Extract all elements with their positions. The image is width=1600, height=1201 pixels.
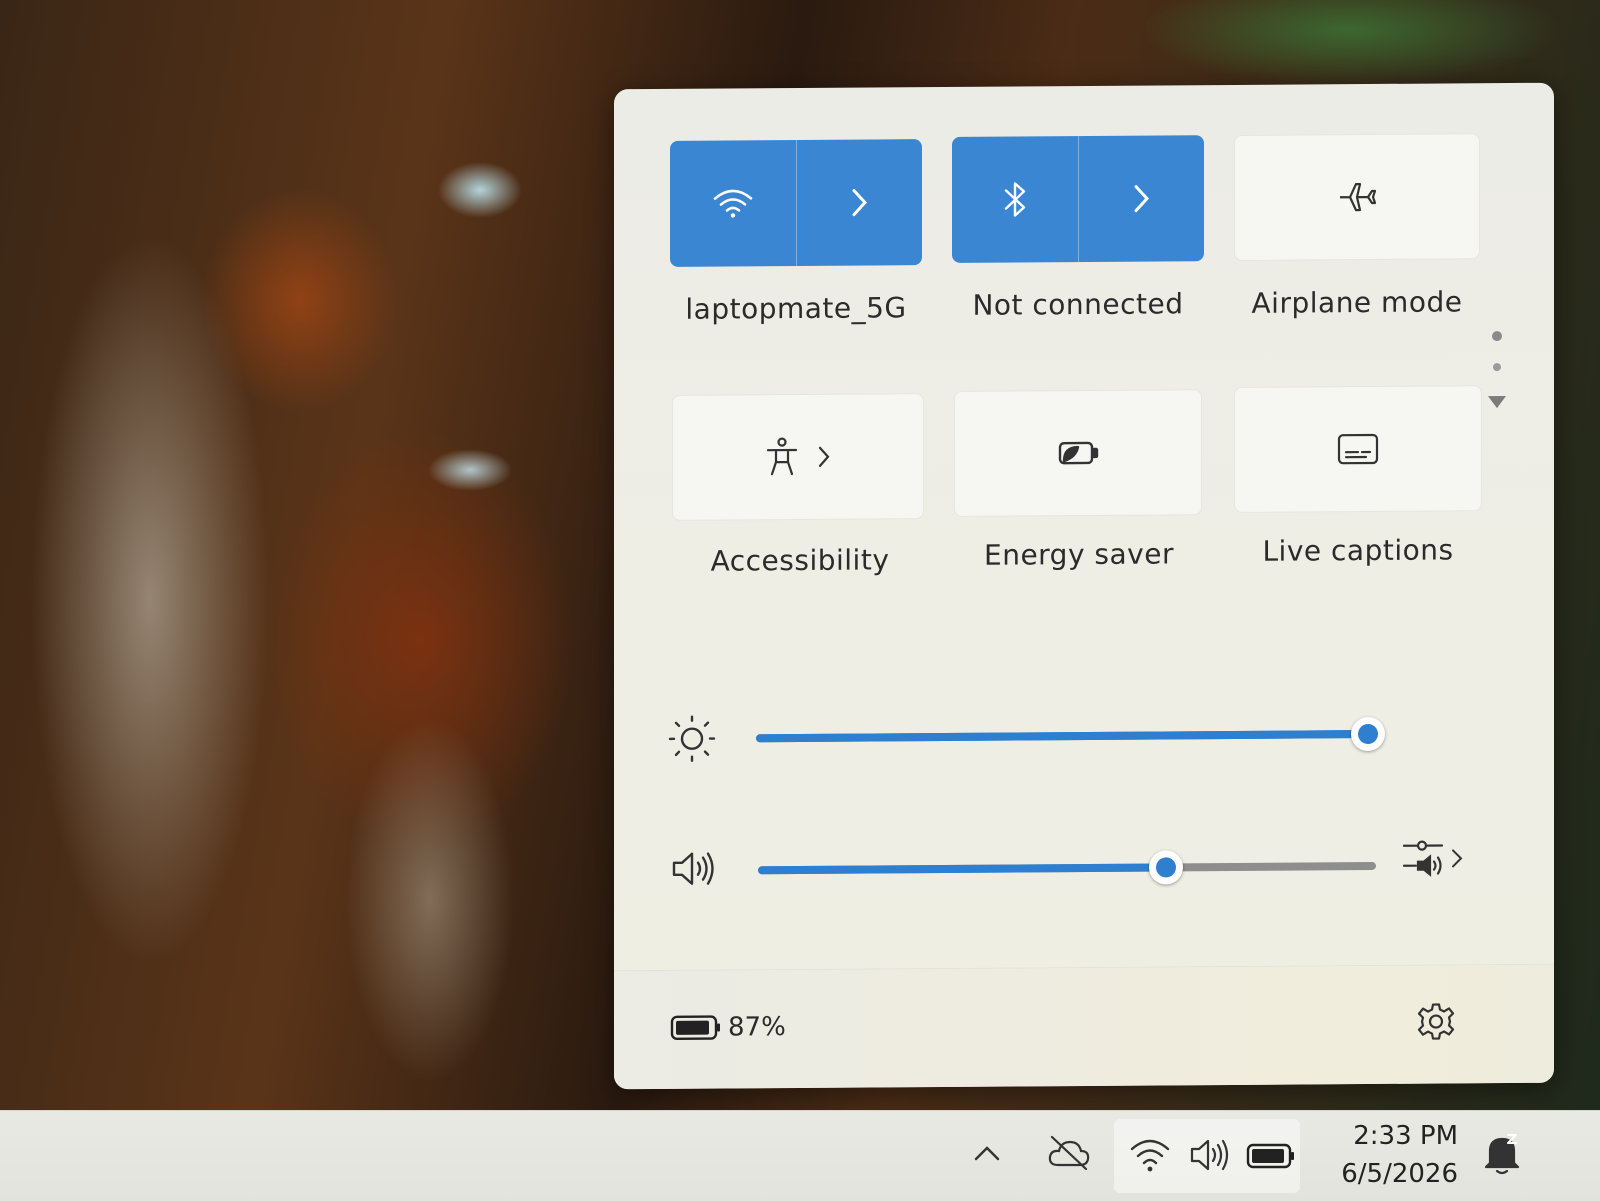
volume-slider-thumb[interactable] <box>1148 850 1183 885</box>
bluetooth-icon <box>1000 179 1030 219</box>
page-indicator[interactable] <box>1486 327 1508 423</box>
battery-status[interactable]: 87% <box>670 1012 786 1043</box>
page-dot-1 <box>1492 331 1502 342</box>
brightness-slider-fill <box>756 730 1368 743</box>
chevron-right-icon <box>848 185 870 219</box>
quick-settings-panel: laptopmate_5G Not connected Airplane mod… <box>614 82 1554 1090</box>
clock-date: 6/5/2026 <box>1341 1159 1458 1189</box>
audio-output-icon <box>1400 835 1446 881</box>
wifi-expand-button[interactable] <box>797 139 923 266</box>
chevron-right-icon <box>816 444 832 470</box>
energy-saver-tile[interactable] <box>954 389 1202 517</box>
accessibility-tile[interactable] <box>672 393 924 521</box>
bluetooth-tile[interactable] <box>952 135 1204 263</box>
page-dot-2 <box>1493 363 1501 372</box>
wifi-icon <box>711 186 755 220</box>
airplane-icon <box>1336 176 1378 218</box>
live-captions-icon <box>1336 432 1380 466</box>
volume-slider[interactable] <box>758 850 1376 885</box>
wifi-tile[interactable] <box>670 139 922 267</box>
battery-percent: 87% <box>728 1012 786 1043</box>
live-captions-tile[interactable] <box>1234 385 1482 513</box>
volume-slider-fill <box>758 863 1166 875</box>
brightness-icon <box>664 711 720 767</box>
energy-saver-tile-label: Energy saver <box>984 537 1174 572</box>
notifications-dnd-icon[interactable] <box>1482 1131 1522 1175</box>
clock[interactable]: 2:33 PM 6/5/2026 <box>1330 1117 1458 1193</box>
taskbar: 2:33 PM 6/5/2026 <box>0 1110 1600 1201</box>
tray-network-volume-battery-group[interactable] <box>1114 1119 1300 1193</box>
scroll-down-arrow-icon[interactable] <box>1486 393 1508 411</box>
bluetooth-expand-button[interactable] <box>1079 135 1205 262</box>
accessibility-icon <box>764 436 800 478</box>
airplane-mode-tile[interactable] <box>1234 133 1480 261</box>
brightness-slider-thumb[interactable] <box>1351 716 1385 752</box>
speaker-icon[interactable] <box>670 849 720 889</box>
wifi-toggle[interactable] <box>670 140 796 267</box>
gear-icon[interactable] <box>1416 1001 1456 1041</box>
quick-settings-footer: 87% <box>614 963 1554 1090</box>
brightness-slider[interactable] <box>756 716 1385 752</box>
speaker-icon <box>1188 1137 1232 1173</box>
onedrive-off-icon[interactable] <box>1046 1133 1092 1173</box>
clock-time: 2:33 PM <box>1353 1121 1458 1151</box>
energy-saver-icon <box>1056 437 1100 469</box>
wifi-tile-label: laptopmate_5G <box>685 291 907 326</box>
bluetooth-tile-label: Not connected <box>972 287 1184 322</box>
accessibility-tile-label: Accessibility <box>710 543 890 578</box>
wifi-icon <box>1128 1135 1172 1175</box>
audio-output-button[interactable] <box>1400 835 1464 881</box>
bluetooth-toggle[interactable] <box>952 136 1078 263</box>
chevron-up-icon[interactable] <box>972 1141 1002 1165</box>
chevron-right-icon <box>1130 182 1152 216</box>
chevron-right-icon <box>1450 846 1464 870</box>
battery-icon <box>670 1014 722 1042</box>
live-captions-tile-label: Live captions <box>1262 533 1454 568</box>
battery-icon <box>1246 1143 1296 1169</box>
airplane-mode-tile-label: Airplane mode <box>1251 285 1463 320</box>
